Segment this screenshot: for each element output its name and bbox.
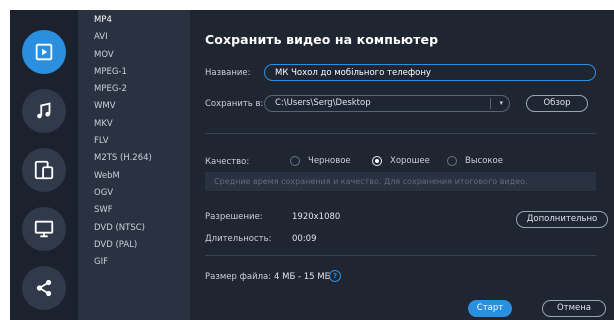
dialog-title: Сохранить видео на компьютер xyxy=(205,32,439,47)
format-item-dvd-ntsc[interactable]: DVD (NTSC) xyxy=(78,220,190,237)
format-item-m2ts[interactable]: M2TS (H.264) xyxy=(78,150,190,167)
duration-value: 00:09 xyxy=(292,234,317,244)
quality-label: Качество: xyxy=(205,157,250,167)
sidebar-item-tv[interactable] xyxy=(22,207,66,251)
format-item-flv[interactable]: FLV xyxy=(78,133,190,150)
browse-button[interactable]: Обзор xyxy=(526,95,588,112)
format-item-mpeg1[interactable]: MPEG-1 xyxy=(78,64,190,81)
radio-icon xyxy=(290,156,300,166)
monitor-icon xyxy=(34,220,54,238)
format-item-mkv[interactable]: MKV xyxy=(78,116,190,133)
quality-option-label: Высокое xyxy=(465,156,503,166)
quality-option-draft[interactable]: Черновое xyxy=(290,156,351,166)
save-location-label: Сохранить в: xyxy=(205,99,264,109)
resolution-value: 1920x1080 xyxy=(292,212,341,222)
quality-option-label: Черновое xyxy=(308,156,351,166)
sidebar xyxy=(10,10,78,320)
radio-icon xyxy=(447,156,457,166)
share-icon xyxy=(36,279,52,297)
name-label: Название: xyxy=(205,68,251,78)
cancel-button[interactable]: Отмена xyxy=(542,300,606,317)
format-list: MP4 AVI MOV MPEG-1 MPEG-2 WMV MKV FLV M2… xyxy=(78,10,190,320)
quality-hint: Средние время сохранения и качество. Для… xyxy=(205,172,596,191)
format-item-ogv[interactable]: OGV xyxy=(78,185,190,202)
file-size-value: 4 МБ - 15 МБ xyxy=(274,272,331,282)
start-button[interactable]: Старт xyxy=(468,300,512,317)
format-item-mpeg2[interactable]: MPEG-2 xyxy=(78,81,190,98)
quality-option-high[interactable]: Высокое xyxy=(447,156,503,166)
divider xyxy=(205,133,596,134)
format-item-dvd-pal[interactable]: DVD (PAL) xyxy=(78,237,190,254)
quality-option-label: Хорошее xyxy=(390,156,430,166)
export-window: MP4 AVI MOV MPEG-1 MPEG-2 WMV MKV FLV M2… xyxy=(10,10,614,320)
video-icon xyxy=(35,43,53,61)
duration-label: Длительность: xyxy=(205,234,272,244)
divider xyxy=(205,255,596,256)
chevron-down-icon[interactable]: ▾ xyxy=(490,98,503,109)
name-input[interactable] xyxy=(264,64,596,81)
sidebar-item-audio[interactable] xyxy=(22,89,66,133)
sidebar-item-share[interactable] xyxy=(22,266,66,310)
sidebar-item-devices[interactable] xyxy=(22,148,66,192)
more-settings-button[interactable]: Дополнительно xyxy=(516,211,608,228)
format-item-wmv[interactable]: WMV xyxy=(78,98,190,115)
music-icon xyxy=(37,102,51,119)
format-item-mov[interactable]: MOV xyxy=(78,47,190,64)
devices-icon xyxy=(34,160,54,180)
help-icon[interactable]: ? xyxy=(329,270,341,282)
file-size-label: Размер файла: xyxy=(205,272,272,282)
format-item-avi[interactable]: AVI xyxy=(78,29,190,46)
quality-option-good[interactable]: Хорошее xyxy=(372,156,430,166)
format-item-mp4[interactable]: MP4 xyxy=(78,12,190,29)
save-path-value: C:\Users\Serg\Desktop xyxy=(275,98,371,108)
format-item-swf[interactable]: SWF xyxy=(78,202,190,219)
save-path-select[interactable]: C:\Users\Serg\Desktop ▾ xyxy=(264,95,510,112)
sidebar-item-video[interactable] xyxy=(22,30,66,74)
save-dialog: Сохранить видео на компьютер Название: С… xyxy=(190,10,614,320)
format-item-webm[interactable]: WebM xyxy=(78,168,190,185)
resolution-label: Разрешение: xyxy=(205,212,263,222)
radio-selected-icon xyxy=(372,156,382,166)
format-item-gif[interactable]: GIF xyxy=(78,254,190,271)
